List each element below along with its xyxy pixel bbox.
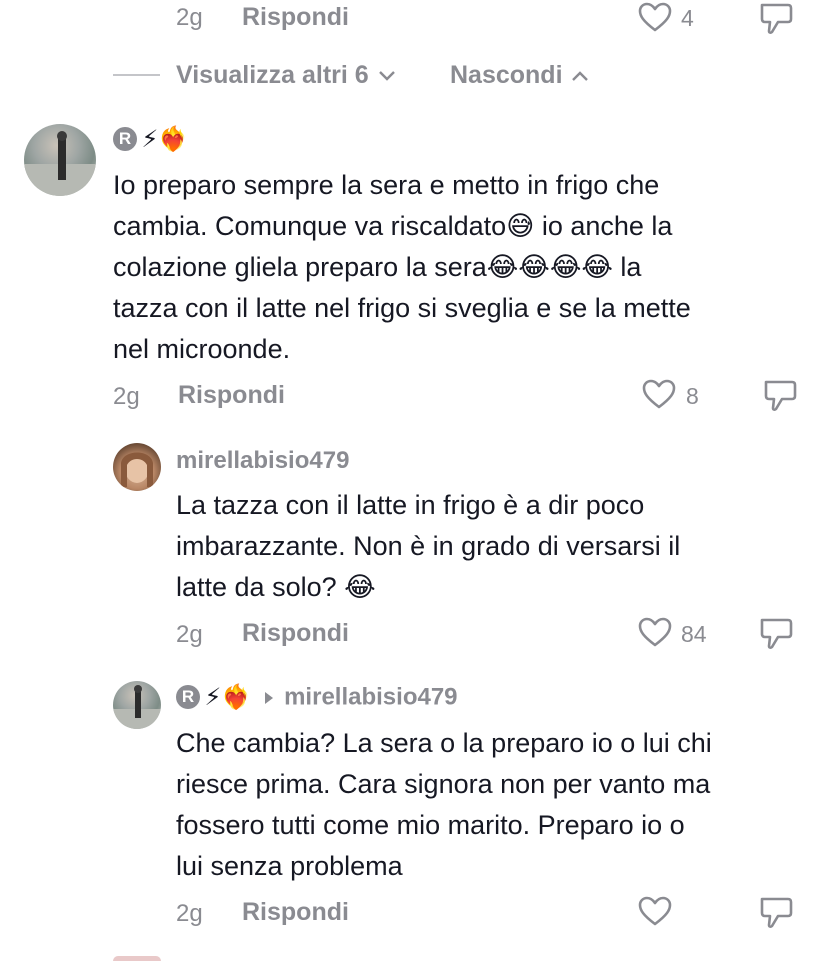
comment-username[interactable]: R ⚡❤️‍🔥 — [113, 125, 188, 155]
reply-button[interactable]: Rispondi — [242, 619, 349, 648]
view-more-replies-button[interactable]: Visualizza altri 6 — [176, 61, 396, 90]
dislike-icon[interactable] — [758, 895, 794, 929]
reply-line: imbarazzante. Non è in grado di versarsi… — [176, 531, 681, 561]
reply-line: La tazza con il latte in frigo è a dir p… — [176, 490, 645, 520]
dislike-icon[interactable] — [758, 616, 794, 650]
reply-line: latte da solo? 😂 — [176, 572, 376, 602]
comment-line: cambia. Comunque va riscaldato😅 io anche… — [113, 211, 673, 241]
reply-button[interactable]: Rispondi — [178, 381, 285, 410]
r-badge: R — [113, 126, 137, 151]
dislike-icon[interactable] — [758, 1, 794, 35]
heart-icon[interactable] — [638, 617, 672, 647]
reply-to-username[interactable]: mirellabisio479 — [284, 684, 457, 711]
timestamp: 2g — [176, 621, 203, 648]
comment-line: tazza con il latte nel frigo si sveglia … — [113, 293, 691, 323]
timestamp: 2g — [113, 383, 140, 410]
timestamp: 2g — [176, 900, 203, 927]
heart-icon[interactable] — [638, 896, 672, 926]
chevron-down-icon — [378, 70, 396, 82]
avatar[interactable] — [24, 124, 96, 196]
comment-line: nel microonde. — [113, 334, 291, 364]
chevron-up-icon — [571, 70, 589, 82]
username-emojis[interactable]: ⚡❤️‍🔥 — [204, 684, 251, 711]
reply-text: La tazza con il latte in frigo è a dir p… — [176, 485, 796, 608]
reply-username[interactable]: mirellabisio479 — [176, 447, 349, 475]
like-count: 84 — [681, 621, 707, 647]
username-emojis: ⚡❤️‍🔥 — [141, 126, 189, 153]
hide-replies-button[interactable]: Nascondi — [450, 61, 589, 90]
comment-text: Io preparo sempre la sera e metto in fri… — [113, 165, 813, 370]
reply-line: fossero tutti come mio marito. Preparo i… — [176, 810, 685, 840]
reply-line: riesce prima. Cara signora non per vanto… — [176, 769, 711, 799]
like-count: 4 — [681, 5, 694, 31]
reply-header: R ⚡❤️‍🔥 mirellabisio479 — [176, 683, 458, 713]
reply-line: lui senza problema — [176, 851, 403, 881]
avatar[interactable] — [113, 443, 161, 491]
comment-line: Io preparo sempre la sera e metto in fri… — [113, 170, 660, 200]
reply-button[interactable]: Rispondi — [242, 3, 349, 32]
divider — [113, 74, 160, 76]
reply-text: Che cambia? La sera o la preparo io o lu… — [176, 723, 816, 887]
comment-line: colazione gliela preparo la sera😂😂😂😂 la — [113, 252, 642, 282]
hide-label: Nascondi — [450, 61, 563, 89]
dislike-icon[interactable] — [762, 378, 798, 412]
timestamp: 2g — [176, 4, 203, 31]
reply-line: Che cambia? La sera o la preparo io o lu… — [176, 728, 712, 758]
next-comment-edge — [113, 956, 161, 961]
view-more-label: Visualizza altri 6 — [176, 61, 369, 89]
heart-icon[interactable] — [638, 2, 672, 32]
like-count: 8 — [686, 383, 699, 409]
reply-arrow-icon — [264, 691, 274, 705]
r-badge: R — [176, 684, 200, 709]
heart-icon[interactable] — [642, 379, 676, 409]
reply-button[interactable]: Rispondi — [242, 898, 349, 927]
avatar[interactable] — [113, 681, 161, 729]
